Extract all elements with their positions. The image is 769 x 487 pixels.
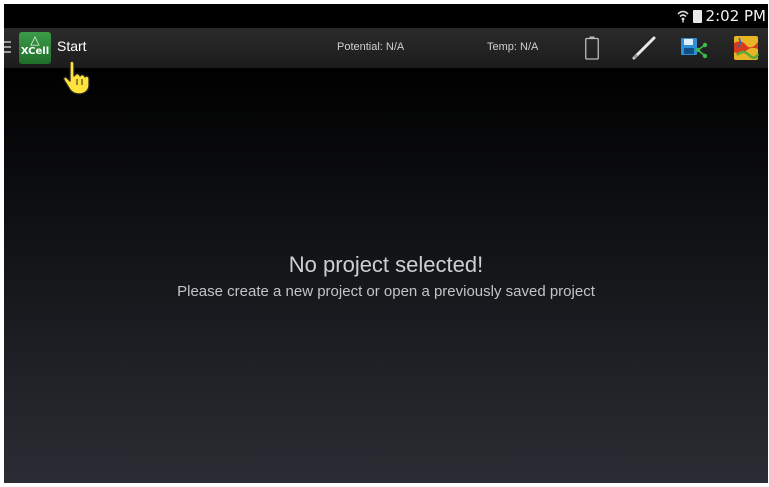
map-icon[interactable] bbox=[733, 35, 759, 61]
hand-cursor-icon bbox=[63, 60, 90, 95]
app-logo[interactable]: △ XCell bbox=[19, 32, 51, 64]
menu-icon[interactable] bbox=[4, 41, 11, 56]
battery-icon[interactable] bbox=[585, 36, 599, 60]
app-bar: △ XCell Start Potential: N/A Temp: N/A bbox=[4, 28, 768, 68]
potential-readout: Potential: N/A bbox=[337, 41, 405, 53]
app-title[interactable]: Start bbox=[57, 38, 87, 54]
temp-readout: Temp: N/A bbox=[487, 41, 539, 53]
battery-status-icon bbox=[692, 9, 702, 23]
device-screen: 2:02 PM △ XCell Start Potential: N/A Tem… bbox=[4, 4, 768, 483]
pen-icon[interactable] bbox=[631, 36, 657, 60]
main-content: No project selected! Please create a new… bbox=[4, 68, 768, 483]
logo-text: XCell bbox=[20, 46, 50, 57]
empty-state-title: No project selected! bbox=[288, 252, 484, 277]
status-right: 2:02 PM bbox=[676, 4, 766, 28]
status-time: 2:02 PM bbox=[705, 7, 766, 25]
wifi-icon bbox=[676, 10, 689, 23]
empty-state-subtitle: Please create a new project or open a pr… bbox=[177, 283, 595, 300]
save-share-icon[interactable] bbox=[680, 35, 708, 61]
status-bar: 2:02 PM bbox=[4, 4, 768, 28]
